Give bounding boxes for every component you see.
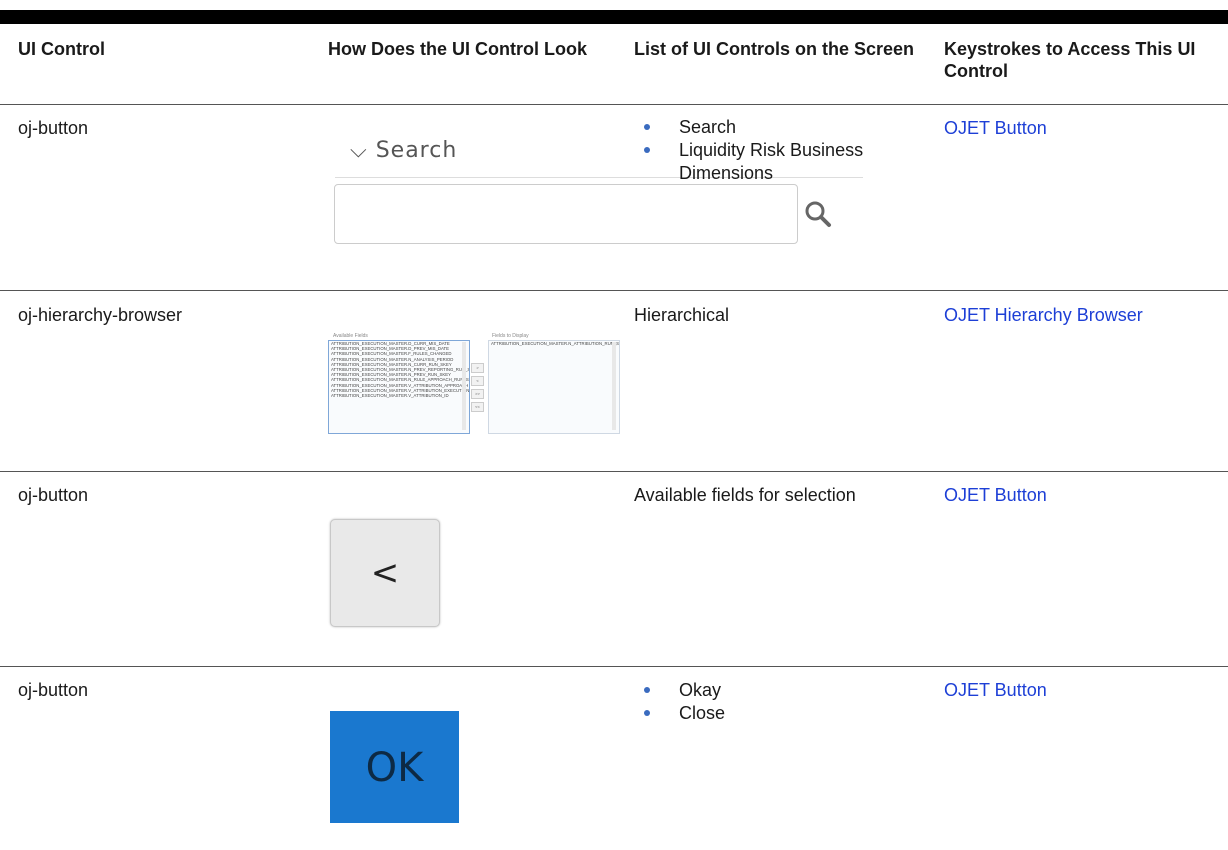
chevron-down-icon: ⌵ xyxy=(350,138,368,163)
list-item: Close xyxy=(634,702,934,725)
row3-control: oj-button xyxy=(18,485,89,505)
row2-list: Hierarchical xyxy=(634,305,730,325)
search-toggle-label: Search xyxy=(375,138,458,163)
row-separator xyxy=(0,666,1228,667)
header-separator xyxy=(0,104,1228,105)
scrollbar xyxy=(462,342,466,430)
fields-to-display-label: Fields to Display xyxy=(492,333,529,339)
row1-control: oj-button xyxy=(18,118,89,138)
row-separator xyxy=(0,471,1228,472)
row2-control: oj-hierarchy-browser xyxy=(18,305,183,325)
row4-list: Okay Close xyxy=(634,679,934,725)
list-item: Okay xyxy=(634,679,934,702)
ojet-button-link[interactable]: OJET Button xyxy=(944,117,1047,140)
available-fields-list: ATTRIBUTION_EXECUTION_MASTER.D_CURR_MIS_… xyxy=(328,340,470,434)
move-all-right-button: >> xyxy=(471,389,484,399)
row1-list: Search Liquidity Risk Business Dimension… xyxy=(634,116,934,185)
move-all-left-button: << xyxy=(471,402,484,412)
header-look: How Does the UI Control Look xyxy=(328,39,587,59)
available-field-item: ATTRIBUTION_EXECUTION_MASTER.F_RULES_CHA… xyxy=(331,351,452,357)
move-left-button-preview: < xyxy=(330,519,440,627)
ojet-button-link[interactable]: OJET Button xyxy=(944,679,1047,702)
magnifier-icon xyxy=(805,201,831,227)
ojet-button-link[interactable]: OJET Button xyxy=(944,484,1047,507)
move-right-button: > xyxy=(471,363,484,373)
row4-control: oj-button xyxy=(18,680,89,700)
list-item: Liquidity Risk Business Dimensions xyxy=(634,139,934,185)
fields-to-display-list: ATTRIBUTION_EXECUTION_MASTER.N_ATTRIBUTI… xyxy=(488,340,620,434)
ojet-hierarchy-browser-link[interactable]: OJET Hierarchy Browser xyxy=(944,304,1143,327)
list-item: Search xyxy=(634,116,934,139)
available-field-item: ATTRIBUTION_EXECUTION_MASTER.N_RULE_APPR… xyxy=(331,377,470,383)
available-fields-label: Available Fields xyxy=(333,333,368,339)
header-keystrokes: Keystrokes to Access This UI Control xyxy=(944,39,1196,81)
scrollbar xyxy=(612,342,616,430)
move-left-button: < xyxy=(471,376,484,386)
row3-list: Available fields for selection xyxy=(634,485,856,505)
ok-button-preview: OK xyxy=(330,711,459,823)
header-list: List of UI Controls on the Screen xyxy=(634,39,915,59)
available-field-item: ATTRIBUTION_EXECUTION_MASTER.V_ATTRIBUTI… xyxy=(331,393,449,399)
header-ui-control: UI Control xyxy=(18,39,105,59)
display-field-item: ATTRIBUTION_EXECUTION_MASTER.N_ATTRIBUTI… xyxy=(491,341,620,346)
search-input-preview xyxy=(334,184,798,244)
button-label: < xyxy=(370,553,400,593)
button-label: OK xyxy=(365,745,424,791)
row-separator xyxy=(0,290,1228,291)
search-toggle: ⌵ Search xyxy=(350,138,457,163)
table-top-rule xyxy=(0,10,1228,24)
